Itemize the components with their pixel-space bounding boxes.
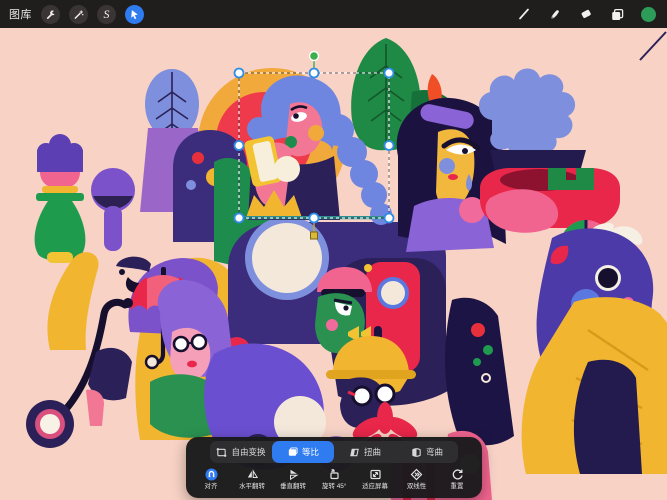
eraser-icon bbox=[579, 7, 593, 21]
action-label: 垂直翻转 bbox=[280, 483, 306, 489]
handle-top-center[interactable] bbox=[310, 69, 319, 78]
handle-bottom-center[interactable] bbox=[310, 214, 319, 223]
toolbar-left-group: 图库 S bbox=[0, 5, 144, 24]
actions-button[interactable] bbox=[41, 5, 60, 24]
tab-warp[interactable]: 弯曲 bbox=[396, 441, 458, 463]
wrench-icon bbox=[45, 9, 56, 20]
erase-button[interactable] bbox=[577, 5, 595, 23]
action-fit-screen[interactable]: 适应屏幕 bbox=[359, 468, 391, 490]
handle-top-left[interactable] bbox=[235, 69, 244, 78]
bilinear-icon bbox=[410, 468, 423, 481]
transform-mode-tabs: 自由变换 等比 扭曲 弯曲 bbox=[210, 441, 458, 463]
action-reset[interactable]: 重置 bbox=[441, 468, 473, 490]
adjustments-button[interactable] bbox=[69, 5, 88, 24]
pivot-handle[interactable] bbox=[311, 232, 318, 239]
distort-icon bbox=[349, 447, 360, 458]
selection-button[interactable]: S bbox=[97, 5, 116, 24]
rotate-45-icon bbox=[328, 468, 341, 481]
tab-label: 扭曲 bbox=[364, 446, 381, 458]
smudge-button[interactable] bbox=[546, 5, 564, 23]
action-flip-horizontal[interactable]: 水平翻转 bbox=[236, 468, 268, 490]
transform-arrow-icon bbox=[129, 9, 140, 20]
brush-icon bbox=[517, 7, 531, 21]
reset-icon bbox=[451, 468, 464, 481]
layers-button[interactable] bbox=[608, 5, 626, 23]
action-label: 旋转 45° bbox=[322, 483, 346, 489]
selection-s-icon: S bbox=[104, 8, 110, 20]
action-label: 水平翻转 bbox=[239, 483, 265, 489]
action-label: 对齐 bbox=[205, 483, 218, 489]
flip-horizontal-icon bbox=[246, 468, 259, 481]
color-swatch bbox=[641, 7, 656, 22]
smudge-finger-icon bbox=[548, 7, 562, 21]
tab-label: 等比 bbox=[302, 446, 319, 458]
top-toolbar: 图库 S bbox=[0, 0, 667, 28]
action-flip-vertical[interactable]: 垂直翻转 bbox=[277, 468, 309, 490]
tab-label: 弯曲 bbox=[426, 446, 443, 458]
uniform-icon bbox=[287, 447, 298, 458]
layers-icon bbox=[610, 7, 625, 22]
tab-uniform[interactable]: 等比 bbox=[272, 441, 334, 463]
gallery-button[interactable]: 图库 bbox=[9, 6, 32, 22]
tab-freeform[interactable]: 自由变换 bbox=[210, 441, 272, 463]
freeform-icon bbox=[216, 447, 227, 458]
transform-selection-box[interactable] bbox=[0, 28, 667, 500]
tab-label: 自由变换 bbox=[231, 446, 265, 458]
transform-panel: 自由变换 等比 扭曲 弯曲 bbox=[186, 437, 482, 498]
magic-wand-icon bbox=[73, 9, 84, 20]
handle-bottom-left[interactable] bbox=[235, 214, 244, 223]
transform-button[interactable] bbox=[125, 5, 144, 24]
handle-bottom-right[interactable] bbox=[385, 214, 394, 223]
handle-middle-left[interactable] bbox=[235, 141, 244, 150]
action-label: 重置 bbox=[451, 483, 464, 489]
rotation-handle[interactable] bbox=[310, 52, 319, 61]
toolbar-right-group bbox=[515, 5, 667, 23]
action-rotate-45[interactable]: 旋转 45° bbox=[318, 468, 350, 490]
handle-top-right[interactable] bbox=[385, 69, 394, 78]
fit-screen-icon bbox=[369, 468, 382, 481]
action-interpolation[interactable]: 双线性 bbox=[400, 468, 432, 490]
transform-actions-row: 对齐 水平翻转 垂直翻转 旋转 45° bbox=[193, 463, 475, 498]
warp-icon bbox=[411, 447, 422, 458]
canvas[interactable] bbox=[0, 28, 667, 500]
color-button[interactable] bbox=[639, 5, 657, 23]
handle-middle-right[interactable] bbox=[385, 141, 394, 150]
snapping-magnet-icon bbox=[205, 468, 218, 481]
brush-button[interactable] bbox=[515, 5, 533, 23]
tab-distort[interactable]: 扭曲 bbox=[334, 441, 396, 463]
action-snapping[interactable]: 对齐 bbox=[195, 468, 227, 490]
flip-vertical-icon bbox=[287, 468, 300, 481]
action-label: 适应屏幕 bbox=[362, 483, 388, 489]
action-label: 双线性 bbox=[406, 483, 425, 489]
